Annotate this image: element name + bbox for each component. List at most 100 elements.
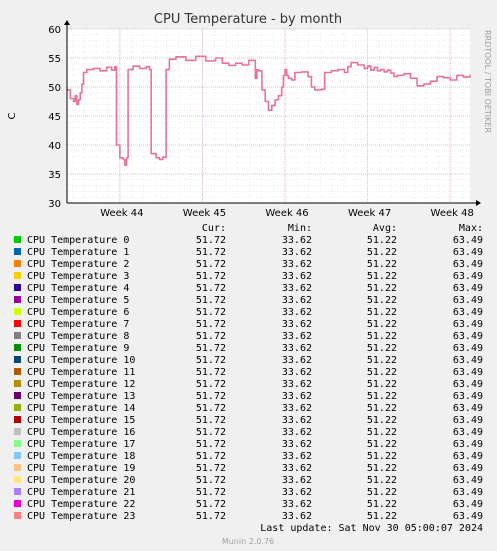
legend-swatch	[14, 428, 21, 435]
legend-value-max: 63.49	[453, 271, 483, 282]
legend-value-cur: 51.72	[196, 283, 226, 294]
legend-value-max: 63.49	[453, 379, 483, 390]
legend-value-cur: 51.72	[196, 295, 226, 306]
legend-value-avg: 51.22	[367, 235, 397, 246]
legend-value-max: 63.49	[453, 463, 483, 474]
legend-value-min: 33.62	[282, 511, 312, 522]
legend-value-avg: 51.22	[367, 307, 397, 318]
legend-value-max: 63.49	[453, 499, 483, 510]
legend-swatch	[14, 248, 21, 255]
legend-value-max: 63.49	[453, 283, 483, 294]
legend-series-name: CPU Temperature 3	[27, 271, 129, 282]
legend-value-cur: 51.72	[196, 475, 226, 486]
legend-value-avg: 51.22	[367, 439, 397, 450]
legend-swatch	[14, 464, 21, 471]
legend-value-min: 33.62	[282, 367, 312, 378]
legend-swatch	[14, 368, 21, 375]
legend-value-max: 63.49	[453, 391, 483, 402]
legend-value-min: 33.62	[282, 475, 312, 486]
legend-series-name: CPU Temperature 5	[27, 295, 129, 306]
legend-value-avg: 51.22	[367, 499, 397, 510]
legend-value-cur: 51.72	[196, 319, 226, 330]
legend-value-max: 63.49	[453, 511, 483, 522]
legend-value-avg: 51.22	[367, 247, 397, 258]
legend-value-min: 33.62	[282, 331, 312, 342]
legend-value-max: 63.49	[453, 487, 483, 498]
x-tick-label: Week 46	[265, 208, 308, 219]
legend-swatch	[14, 416, 21, 423]
legend-value-cur: 51.72	[196, 307, 226, 318]
legend-value-avg: 51.22	[367, 271, 397, 282]
legend-value-max: 63.49	[453, 403, 483, 414]
legend-value-avg: 51.22	[367, 427, 397, 438]
legend-value-avg: 51.22	[367, 487, 397, 498]
legend-value-min: 33.62	[282, 391, 312, 402]
legend-value-cur: 51.72	[196, 247, 226, 258]
legend-series-name: CPU Temperature 21	[27, 487, 135, 498]
legend-swatch	[14, 488, 21, 495]
legend-series-name: CPU Temperature 20	[27, 475, 135, 486]
legend-value-min: 33.62	[282, 259, 312, 270]
legend-value-max: 63.49	[453, 307, 483, 318]
legend-value-avg: 51.22	[367, 391, 397, 402]
y-tick-label: 45	[48, 112, 61, 123]
x-tick-label: Week 45	[183, 208, 226, 219]
legend-series-name: CPU Temperature 22	[27, 499, 135, 510]
legend-value-avg: 51.22	[367, 343, 397, 354]
legend-value-min: 33.62	[282, 235, 312, 246]
legend-series-name: CPU Temperature 7	[27, 319, 129, 330]
legend-swatch	[14, 476, 21, 483]
legend-value-avg: 51.22	[367, 511, 397, 522]
legend-swatch	[14, 284, 21, 291]
legend-value-cur: 51.72	[196, 427, 226, 438]
legend-value-max: 63.49	[453, 319, 483, 330]
y-tick-label: 40	[48, 141, 61, 152]
legend-value-avg: 51.22	[367, 415, 397, 426]
legend-value-max: 63.49	[453, 475, 483, 486]
legend-series-name: CPU Temperature 12	[27, 379, 135, 390]
legend-series-name: CPU Temperature 15	[27, 415, 135, 426]
legend-col-avg: Avg:	[373, 223, 397, 234]
legend-series-name: CPU Temperature 17	[27, 439, 135, 450]
legend-swatch	[14, 296, 21, 303]
legend-series-name: CPU Temperature 13	[27, 391, 135, 402]
legend-value-cur: 51.72	[196, 355, 226, 366]
legend-series-name: CPU Temperature 11	[27, 367, 135, 378]
legend-value-min: 33.62	[282, 415, 312, 426]
legend-value-avg: 51.22	[367, 367, 397, 378]
legend-value-cur: 51.72	[196, 343, 226, 354]
legend-value-cur: 51.72	[196, 235, 226, 246]
legend-value-max: 63.49	[453, 367, 483, 378]
y-tick-label: 35	[48, 170, 61, 181]
legend-value-cur: 51.72	[196, 415, 226, 426]
legend-value-cur: 51.72	[196, 367, 226, 378]
y-tick-label: 60	[48, 25, 61, 36]
legend-value-max: 63.49	[453, 439, 483, 450]
legend-value-max: 63.49	[453, 247, 483, 258]
legend-value-min: 33.62	[282, 247, 312, 258]
legend-swatch	[14, 452, 21, 459]
legend-value-min: 33.62	[282, 343, 312, 354]
legend-value-min: 33.62	[282, 463, 312, 474]
legend-value-min: 33.62	[282, 451, 312, 462]
legend-value-min: 33.62	[282, 427, 312, 438]
legend-value-cur: 51.72	[196, 331, 226, 342]
legend-value-max: 63.49	[453, 355, 483, 366]
legend-swatch	[14, 308, 21, 315]
legend-series-name: CPU Temperature 9	[27, 343, 129, 354]
legend-value-min: 33.62	[282, 487, 312, 498]
chart-title: CPU Temperature - by month	[154, 12, 342, 27]
legend-value-avg: 51.22	[367, 259, 397, 270]
legend-value-min: 33.62	[282, 307, 312, 318]
last-update-text: Last update: Sat Nov 30 05:00:07 2024	[260, 523, 483, 534]
legend-series-name: CPU Temperature 23	[27, 511, 135, 522]
y-tick-label: 50	[48, 83, 61, 94]
legend-value-cur: 51.72	[196, 391, 226, 402]
y-tick-label: 55	[48, 54, 61, 65]
legend-value-avg: 51.22	[367, 283, 397, 294]
legend-series-name: CPU Temperature 16	[27, 427, 135, 438]
legend-value-avg: 51.22	[367, 331, 397, 342]
legend-value-max: 63.49	[453, 451, 483, 462]
legend-col-min: Min:	[288, 223, 312, 234]
legend-swatch	[14, 332, 21, 339]
